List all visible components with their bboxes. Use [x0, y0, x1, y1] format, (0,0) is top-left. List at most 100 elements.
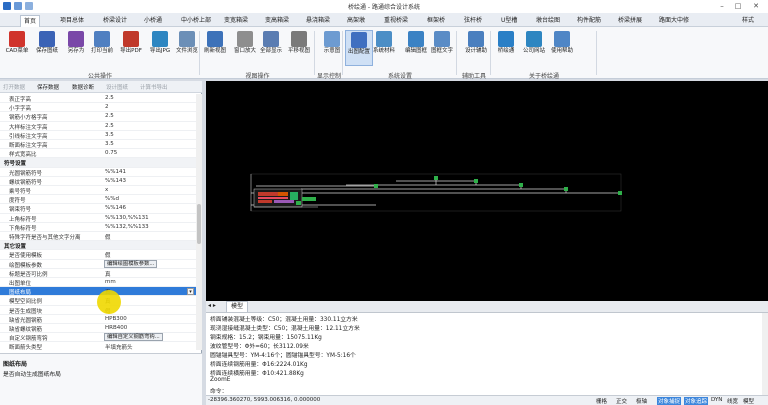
- property-row[interactable]: 螺纹钢筋符号 %%143: [0, 177, 196, 186]
- tab-nav-arrows[interactable]: ◂ ▸: [208, 302, 216, 309]
- status-toggle[interactable]: 极轴: [636, 397, 647, 405]
- status-toggle[interactable]: DYN: [711, 397, 722, 403]
- ribbon-button-label: 导出JPG: [149, 48, 171, 54]
- help-button[interactable]: 使用帮助: [548, 30, 576, 66]
- property-name: 样式宽高比: [9, 152, 37, 159]
- property-edit-button[interactable]: 编辑绘图模板参数...: [104, 259, 158, 268]
- property-row[interactable]: 缺省螺纹钢筋 HRB400: [0, 324, 196, 334]
- status-toggle[interactable]: 线宽: [727, 397, 738, 405]
- command-window[interactable]: 桥面铺装混凝土等级：C50；混凝土用量：330.11立方米 现浇湿接缝混凝土类型：…: [206, 313, 762, 395]
- property-row[interactable]: 下角标符号 %%132,%%133: [0, 223, 196, 232]
- output-config-button[interactable]: 出图配置: [345, 30, 373, 66]
- zoom-all-button[interactable]: 全部显示: [257, 30, 285, 66]
- menu-tab[interactable]: 高架墩: [344, 15, 368, 27]
- qiaohuitong-button[interactable]: 桥绘通: [492, 30, 520, 66]
- ribbon-button-label: 设计辅助: [464, 48, 487, 54]
- drawing-canvas[interactable]: [206, 81, 768, 301]
- command-scrollbar[interactable]: [762, 313, 768, 395]
- print-button[interactable]: 打印当前: [88, 30, 116, 66]
- property-row[interactable]: 钢筋小方格字高 2.5: [0, 112, 196, 122]
- status-toggle[interactable]: 栅格: [596, 397, 607, 405]
- property-scrollbar[interactable]: [196, 94, 202, 350]
- menu-tab[interactable]: 小桥通: [141, 15, 165, 27]
- menu-tab[interactable]: 变宽箱梁: [221, 15, 251, 27]
- property-row[interactable]: 标题是否可比例 真: [0, 269, 196, 278]
- style-menu[interactable]: 样式: [739, 15, 757, 27]
- export-calc-button[interactable]: 计算书导出: [140, 83, 168, 91]
- edit-frame-button[interactable]: 编辑图框: [402, 30, 430, 66]
- frame-text-button[interactable]: 图框文字: [428, 30, 456, 66]
- menu-tab[interactable]: 路面大中修: [656, 15, 692, 27]
- command-prompt[interactable]: 命令：: [210, 386, 227, 395]
- design-drawing-button[interactable]: 设计图纸: [106, 83, 128, 91]
- zoom-window-button[interactable]: 窗口放大: [231, 30, 259, 66]
- property-row[interactable]: 断面标注文字高 3.5: [0, 140, 196, 150]
- property-category[interactable]: 其它设置: [0, 241, 196, 251]
- property-row[interactable]: 表正字高 2.5: [0, 94, 196, 104]
- system-material-button[interactable]: 系统材料: [370, 30, 398, 66]
- menu-tab[interactable]: 项目总体: [57, 15, 87, 27]
- open-data-button[interactable]: 打开数据: [3, 83, 25, 91]
- system-material-icon: [376, 31, 392, 47]
- refresh-view-button[interactable]: 刷新视图: [201, 30, 229, 66]
- menu-tab[interactable]: 墩台绘图: [533, 15, 563, 27]
- menu-tab[interactable]: 桥梁拼展: [615, 15, 645, 27]
- save-data-button[interactable]: 保存数据: [37, 83, 59, 91]
- ribbon-button-label: 保存图纸: [35, 48, 58, 54]
- cad-menu-button[interactable]: CAD菜单: [3, 30, 31, 66]
- company-site-button[interactable]: 公司网站: [520, 30, 548, 66]
- property-row[interactable]: 出图单位 mm: [0, 278, 196, 288]
- property-row[interactable]: 光圆钢筋符号 %%141: [0, 168, 196, 177]
- menu-tab[interactable]: 框架桥: [424, 15, 448, 27]
- property-row[interactable]: 上角标符号 %%130,%%131: [0, 214, 196, 223]
- property-row[interactable]: 样式宽高比 0.75: [0, 149, 196, 159]
- pan-view-button[interactable]: 平移视图: [285, 30, 313, 66]
- maximize-button[interactable]: □: [732, 1, 744, 11]
- status-toggle[interactable]: 对象捕捉: [657, 397, 682, 405]
- export-pdf-button[interactable]: 导出PDF: [117, 30, 145, 66]
- chevron-down-icon[interactable]: ▾: [187, 288, 194, 296]
- command-line: 现浇湿接缝混凝土类型：C50；混凝土用量：12.11立方米: [210, 326, 360, 332]
- menu-tab[interactable]: 中小桥上部: [178, 15, 214, 27]
- property-row[interactable]: 引线标注文字高 3.5: [0, 131, 196, 140]
- ribbon-separator: [596, 31, 597, 75]
- menu-tab[interactable]: 桥梁设计: [100, 15, 130, 27]
- menu-tab[interactable]: U型槽: [498, 15, 520, 27]
- property-row[interactable]: 特殊字符是否与其他文字分离 假: [0, 232, 196, 242]
- status-toggle[interactable]: 模型: [743, 397, 754, 405]
- property-row[interactable]: 度符号 %%d: [0, 195, 196, 205]
- property-row[interactable]: 大样标注文字高 2.5: [0, 122, 196, 131]
- property-row[interactable]: 缺省光圆钢筋 HPB300: [0, 315, 196, 324]
- design-aid-button[interactable]: 设计辅助: [462, 30, 490, 66]
- scroll-thumb[interactable]: [197, 204, 201, 244]
- menu-tab[interactable]: 重视桥梁: [381, 15, 411, 27]
- property-edit-button[interactable]: 编辑自定义钢筋弯钩...: [104, 333, 163, 342]
- ribbon-group-label: 显示控制: [316, 73, 341, 80]
- status-toggle[interactable]: 对象追踪: [684, 397, 709, 405]
- property-row[interactable]: 自定义钢筋弯钩 编辑自定义钢筋弯钩...: [0, 333, 196, 343]
- property-value: 2: [105, 104, 109, 111]
- close-button[interactable]: ✕: [750, 1, 762, 11]
- save-drawing-button[interactable]: 保存图纸: [33, 30, 61, 66]
- tab-model[interactable]: 模型: [226, 301, 249, 312]
- property-row[interactable]: 绘图模板参数 编辑绘图模板参数...: [0, 259, 196, 269]
- export-jpg-button[interactable]: 导出JPG: [146, 30, 174, 66]
- minimize-button[interactable]: –: [716, 1, 728, 11]
- save-as-button[interactable]: 另存为: [62, 30, 90, 66]
- menu-tab[interactable]: 变高箱梁: [262, 15, 292, 27]
- property-category[interactable]: 符号设置: [0, 158, 196, 168]
- menu-tab[interactable]: 构件配筋: [574, 15, 604, 27]
- cad-menu-icon: [9, 31, 25, 47]
- property-row[interactable]: 钢束符号 %%146: [0, 204, 196, 214]
- menu-tab[interactable]: 首页: [20, 15, 41, 27]
- property-row[interactable]: 断面箭头类型 半填充箭头: [0, 342, 196, 350]
- data-diagnose-button[interactable]: 数据诊断: [72, 83, 94, 91]
- menu-tab[interactable]: 弦杆桥: [461, 15, 485, 27]
- file-browser-button[interactable]: 文件浏览: [173, 30, 201, 66]
- property-row[interactable]: 是否使用模板 假: [0, 250, 196, 260]
- status-toggle[interactable]: 正交: [616, 397, 627, 405]
- property-row[interactable]: 乘号符号 x: [0, 186, 196, 196]
- menu-tab[interactable]: 悬浇箱梁: [303, 15, 333, 27]
- property-row[interactable]: 小字字高 2: [0, 103, 196, 113]
- drawing-viewport[interactable]: [206, 81, 768, 301]
